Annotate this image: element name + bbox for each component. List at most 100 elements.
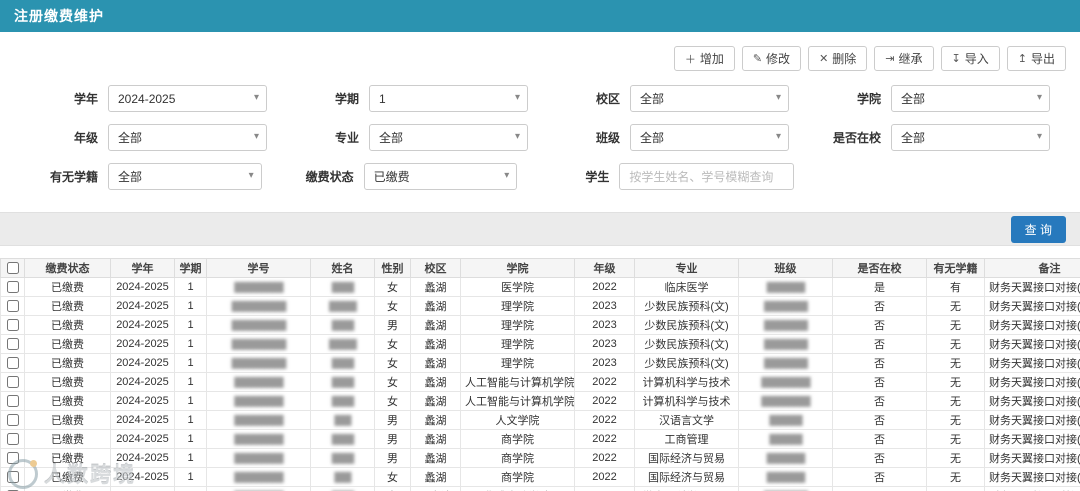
column-header: 缴费状态 [24,258,111,278]
row-select-cell [0,486,25,491]
table-row[interactable]: 已缴费 2024-2025 1 █████████ ███ 男蠡湖 人文学院 2022 汉语言文… [0,410,1080,430]
cell-college: 人工智能与计算机学院 [460,391,575,411]
filter-row: 有无学籍 全部 ▾ 缴费状态 已缴费 ▾ 学生 [30,163,1050,190]
table-row[interactable]: 已缴费 2024-2025 1 ██████████ █████ 女蠡湖 理学院 2023 少数… [0,334,1080,354]
select-all-checkbox[interactable] [6,262,19,275]
column-header: 有无学籍 [926,258,985,278]
cell-in-school: 否 [832,429,927,449]
school-year-select[interactable]: 2024-2025 ▾ [108,85,267,112]
table-row[interactable]: 已缴费 2024-2025 1 █████████ ████ 女蠡湖 医学院 2022 临床医学… [0,277,1080,297]
redacted-text: █████████ [761,396,810,406]
cell-major: 少数民族预科(文) [634,315,739,335]
row-checkbox[interactable] [6,338,19,351]
cell-college: 人工智能与计算机学院 [460,372,575,392]
table-row[interactable]: 已缴费 2024-2025 1 █████████ ████ 女蠡湖 人工智能与计算机学院 2… [0,372,1080,392]
row-select-cell [0,429,25,449]
filter-field: 班级 全部 ▾ [552,124,789,151]
query-button[interactable]: 查 询 [1010,215,1066,243]
table-row[interactable]: 已缴费 2024-2025 1 ██████████ ████ 女蠡湖 理学院 2023 少数民… [0,353,1080,373]
cell-status: 已缴费 [24,353,111,373]
table-row[interactable]: 已缴费 2024-2025 1 ██████████ ████ 男蠡湖 理学院 2023 少数民… [0,315,1080,335]
redacted-text: ████ [331,434,354,444]
cell-in-school: 否 [832,448,927,468]
table-row[interactable]: 已缴费 2024-2025 1 █████████ ████ 男蠡湖 商学院 2022 工商管理… [0,429,1080,449]
selected-value: 全部 [118,131,143,145]
selected-value: 全部 [379,131,404,145]
cell-campus: 蠡湖 [410,296,461,316]
cell-grade: 2022 [574,429,635,449]
row-checkbox[interactable] [6,281,19,294]
cell-remark: 财务天翼接口对接( [984,277,1080,297]
redacted-text: ███████ [766,453,806,463]
row-checkbox[interactable] [6,319,19,332]
row-checkbox[interactable] [6,433,19,446]
college-select[interactable]: 全部 ▾ [891,85,1050,112]
selected-value: 已缴费 [373,170,410,184]
cell-student-id: ██████████ [206,353,311,373]
cell-remark: 财务天翼接口对接( [984,353,1080,373]
campus-select[interactable]: 全部 ▾ [630,85,789,112]
table-row[interactable]: 已缴费 2024-2025 1 █████████ ████ 女蠡湖 人工智能与计算机学院 2… [0,391,1080,411]
table-row[interactable]: 已缴费 2024-2025 1 █████████ ███ 女蠡湖 商学院 2022 国际经济与… [0,467,1080,487]
pay-status-select[interactable]: 已缴费 ▾ [363,163,518,190]
row-checkbox[interactable] [6,300,19,313]
cell-year: 2024-2025 [110,486,175,491]
row-checkbox[interactable] [6,376,19,389]
row-select-cell [0,277,25,297]
filter-field: 是否在校 全部 ▾ [813,124,1050,151]
import-button[interactable]: ↧ 导入 [940,46,1000,71]
row-select-cell [0,334,25,354]
filter-row: 学年 2024-2025 ▾ 学期 1 ▾ 校区 全部 ▾ 学院 全部 ▾ [30,85,1050,112]
in-school-select[interactable]: 全部 ▾ [891,124,1050,151]
redacted-text: █████████ [234,415,283,425]
cell-major: 少数民族预科(文) [634,353,739,373]
table-row[interactable]: 已缴费 2024-2025 1 ██████████ █████ 女蠡湖 理学院 2023 少数… [0,296,1080,316]
delete-button[interactable]: ✕ 删除 [808,46,868,71]
add-button[interactable]: ＋增加 [673,46,735,71]
row-checkbox[interactable] [6,395,19,408]
cell-college: 理学院 [460,334,575,354]
cell-gender: 女 [374,277,411,297]
row-select-cell [0,467,25,487]
table-row[interactable]: 已缴费2024-20251█████████████女霞客湾集成电路学院2022… [0,486,1080,491]
cell-remark: 财务天翼接口对接( [984,486,1080,491]
cell-gender: 女 [374,334,411,354]
selected-value: 全部 [118,170,143,184]
table-row[interactable]: 已缴费 2024-2025 1 █████████ ████ 男蠡湖 商学院 2022 国际经济… [0,448,1080,468]
cell-gender: 女 [374,353,411,373]
has-status-select[interactable]: 全部 ▾ [108,163,262,190]
row-checkbox[interactable] [6,471,19,484]
export-button[interactable]: ↥ 导出 [1006,46,1066,71]
cell-year: 2024-2025 [110,296,175,316]
cell-has-status: 无 [926,372,985,392]
cell-gender: 男 [374,315,411,335]
semester-select[interactable]: 1 ▾ [369,85,528,112]
row-checkbox[interactable] [6,452,19,465]
cell-grade: 2023 [574,296,635,316]
redacted-text: █████ [329,301,357,311]
cell-year: 2024-2025 [110,334,175,354]
major-select[interactable]: 全部 ▾ [369,124,528,151]
cell-status: 已缴费 [24,448,111,468]
cell-term: 1 [174,277,207,297]
cell-student-name: █████ [310,296,375,316]
student-input[interactable] [619,163,795,190]
app-header: 注册缴费维护 [0,0,1080,32]
cell-student-id: ██████████ [206,315,311,335]
grade-select[interactable]: 全部 ▾ [108,124,267,151]
row-checkbox[interactable] [6,357,19,370]
cell-year: 2024-2025 [110,467,175,487]
cell-class-name: ██████ [738,429,833,449]
cell-student-id: █████████ [206,467,311,487]
cell-gender: 女 [374,372,411,392]
row-checkbox[interactable] [6,414,19,427]
cell-remark: 财务天翼接口对接( [984,391,1080,411]
redacted-text: ████████ [763,301,808,311]
cell-campus: 蠡湖 [410,429,461,449]
edit-button[interactable]: ✎ 修改 [741,46,802,71]
cell-campus: 蠡湖 [410,410,461,430]
column-header: 备注 [984,258,1080,278]
inherit-button[interactable]: ⇥ 继承 [874,46,934,71]
class-select[interactable]: 全部 ▾ [630,124,789,151]
cell-campus: 蠡湖 [410,353,461,373]
